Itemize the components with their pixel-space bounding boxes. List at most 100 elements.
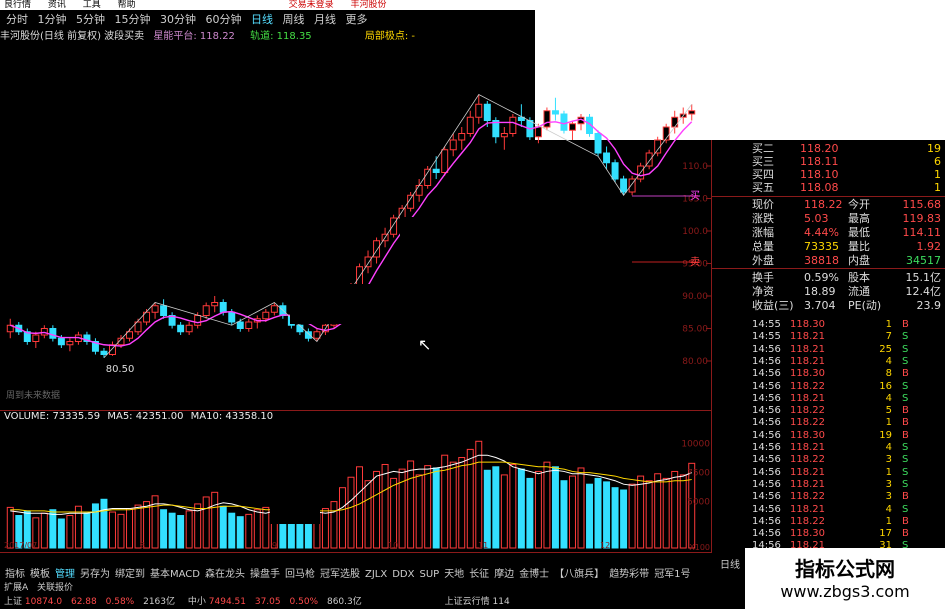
tick-price: 118.22 <box>790 405 825 417</box>
menu-item-tools[interactable]: 工具 <box>83 0 101 10</box>
tick-side: B <box>902 515 909 527</box>
tab-indicator-17[interactable]: 【八旗兵】 <box>554 569 604 580</box>
tab-period-1min[interactable]: 1分钟 <box>38 13 67 26</box>
stat-label: 总量 <box>752 240 774 253</box>
sh-change: 62.88 <box>70 597 97 607</box>
tick-row[interactable]: 14:56 118.22 5 B <box>752 404 945 417</box>
tick-row[interactable]: 14:56 118.22 1 B <box>752 416 945 429</box>
tab-period-timeshare[interactable]: 分时 <box>6 13 28 26</box>
tab-indicator-14[interactable]: 长征 <box>469 569 489 580</box>
tick-row[interactable]: 14:56 118.30 8 B <box>752 367 945 380</box>
buy-marker: 买 <box>690 190 700 202</box>
tab-indicator-9[interactable]: 冠军选股 <box>320 569 360 580</box>
bottom-divider <box>0 552 712 553</box>
tick-time: 14:56 <box>752 515 781 527</box>
tab-period-60min[interactable]: 60分钟 <box>206 13 242 26</box>
tick-side: S <box>902 503 909 515</box>
tick-row[interactable]: 14:55 118.30 1 B <box>752 318 945 331</box>
tab-indicator-0[interactable]: 指标 <box>5 569 25 580</box>
volume-bar <box>645 480 653 549</box>
tab-period-month[interactable]: 月线 <box>314 13 336 26</box>
tick-side: S <box>902 380 909 392</box>
stat-label: 内盘 <box>848 254 870 267</box>
cloud-value: 114 <box>492 597 510 607</box>
tab-indicator-13[interactable]: 天地 <box>444 569 464 580</box>
candle-body <box>185 324 193 333</box>
tab-indicator-4[interactable]: 绑定到 <box>115 569 145 580</box>
volume-chart[interactable]: 10000 7500 5000 X100 2017/07 8 9 10 11 12 <box>0 424 712 552</box>
tab-period-day[interactable]: 日线 <box>251 13 273 26</box>
menu-item-help[interactable]: 帮助 <box>118 0 136 10</box>
quote-stat-row: 现价 118.22 今开 115.68 <box>752 198 945 211</box>
tab-period-15min[interactable]: 15分钟 <box>115 13 151 26</box>
menu-item-news[interactable]: 资讯 <box>48 0 66 10</box>
tick-row[interactable]: 14:56 118.21 4 S <box>752 503 945 516</box>
tab-indicator-3[interactable]: 另存为 <box>80 569 110 580</box>
volume-bar <box>586 483 594 549</box>
tick-row[interactable]: 14:56 118.22 3 S <box>752 453 945 466</box>
tick-row[interactable]: 14:56 118.21 4 S <box>752 392 945 405</box>
sh-amount: 2163亿 <box>143 597 175 607</box>
volume-bar <box>236 516 244 549</box>
tick-volume: 1 <box>885 319 892 330</box>
tick-row[interactable]: 14:56 118.21 1 S <box>752 466 945 479</box>
quote-divider <box>712 196 945 197</box>
candlestick-chart[interactable]: 110.0105.0100.095.0090.0085.0080.0080.50… <box>0 44 712 410</box>
tab-indicator-1[interactable]: 模板 <box>30 569 50 580</box>
stock-name-top: 丰河股份 <box>350 0 387 10</box>
tick-row[interactable]: 14:56 118.30 17 B <box>752 527 945 540</box>
tab-period-week[interactable]: 周线 <box>283 13 305 26</box>
sh-value: 10874.0 <box>24 597 63 607</box>
tick-row[interactable]: 14:56 118.21 4 S <box>752 355 945 368</box>
volume-bar <box>40 512 48 549</box>
volume-bar <box>500 474 508 549</box>
stat-label: 今开 <box>848 198 870 211</box>
tab-day[interactable]: 日线 <box>720 556 740 571</box>
tick-row[interactable]: 14:56 118.21 25 S <box>752 343 945 356</box>
tab-indicator-6[interactable]: 森在龙头 <box>205 569 245 580</box>
index-status-bar: 上证 10874.0 62.88 0.58% 2163亿 中小 7494.51 … <box>0 596 712 609</box>
tab-indicator-7[interactable]: 操盘手 <box>250 569 280 580</box>
volume-bar <box>432 467 440 549</box>
volume-header: VOLUME: 73335.59 MA5: 42351.00 MA10: 433… <box>4 411 273 422</box>
volume-axis-label: 7500 <box>687 469 710 479</box>
bid-label: 买二 <box>752 142 774 155</box>
volume-label: VOLUME: <box>4 411 50 422</box>
related-quote[interactable]: 关联报价 <box>37 583 73 593</box>
tab-indicator-15[interactable]: 摩边 <box>494 569 514 580</box>
stat-label: 最高 <box>848 212 870 225</box>
extension-a[interactable]: 扩展A <box>4 583 28 593</box>
quote-panel: 买二 118.20 19 买三 118.11 6 买四 118.10 1 买五 118.08 1 现价 1… <box>712 140 945 312</box>
tab-indicator-16[interactable]: 金博士 <box>519 569 549 580</box>
tab-indicator-10[interactable]: ZJLX <box>365 569 387 580</box>
tick-row[interactable]: 14:56 118.21 4 S <box>752 441 945 454</box>
tick-price: 118.21 <box>790 331 825 343</box>
tick-price: 118.21 <box>790 478 825 490</box>
tab-indicator-18[interactable]: 趋势彩带 <box>609 569 649 580</box>
tick-row[interactable]: 14:56 118.22 16 S <box>752 380 945 393</box>
tick-row[interactable]: 14:56 118.22 1 B <box>752 515 945 528</box>
tick-row[interactable]: 14:56 118.30 19 B <box>752 429 945 442</box>
tab-period-5min[interactable]: 5分钟 <box>76 13 105 26</box>
tab-indicator-11[interactable]: DDX <box>392 569 414 580</box>
trade-status[interactable]: 交易未登录 <box>289 0 334 10</box>
tick-row[interactable]: 14:55 118.21 7 S <box>752 330 945 343</box>
tick-row[interactable]: 14:56 118.22 3 B <box>752 490 945 503</box>
tab-indicator-19[interactable]: 冠军1号 <box>654 569 690 580</box>
tick-row[interactable]: 14:56 118.21 3 S <box>752 478 945 491</box>
stat-label: 涨幅 <box>752 226 774 239</box>
tick-list[interactable]: 14:55 118.30 1 B 14:55 118.21 7 S 14:56 118.21 25 S… <box>712 318 945 551</box>
tab-period-more[interactable]: 更多 <box>346 13 368 26</box>
tab-indicator-5[interactable]: 基本MACD <box>150 569 200 580</box>
candle-body <box>671 116 679 128</box>
tab-indicator-12[interactable]: SUP <box>419 569 439 580</box>
tab-indicator-2[interactable]: 管理 <box>55 569 75 580</box>
stat-value: 73335 <box>804 240 839 253</box>
menu-item-quote[interactable]: 良行情 <box>4 0 31 10</box>
candle-body <box>151 305 159 313</box>
tab-period-30min[interactable]: 30分钟 <box>160 13 196 26</box>
candle-body <box>509 116 517 134</box>
tick-side: B <box>902 319 909 330</box>
tick-price: 118.22 <box>790 417 825 429</box>
tab-indicator-8[interactable]: 回马枪 <box>285 569 315 580</box>
